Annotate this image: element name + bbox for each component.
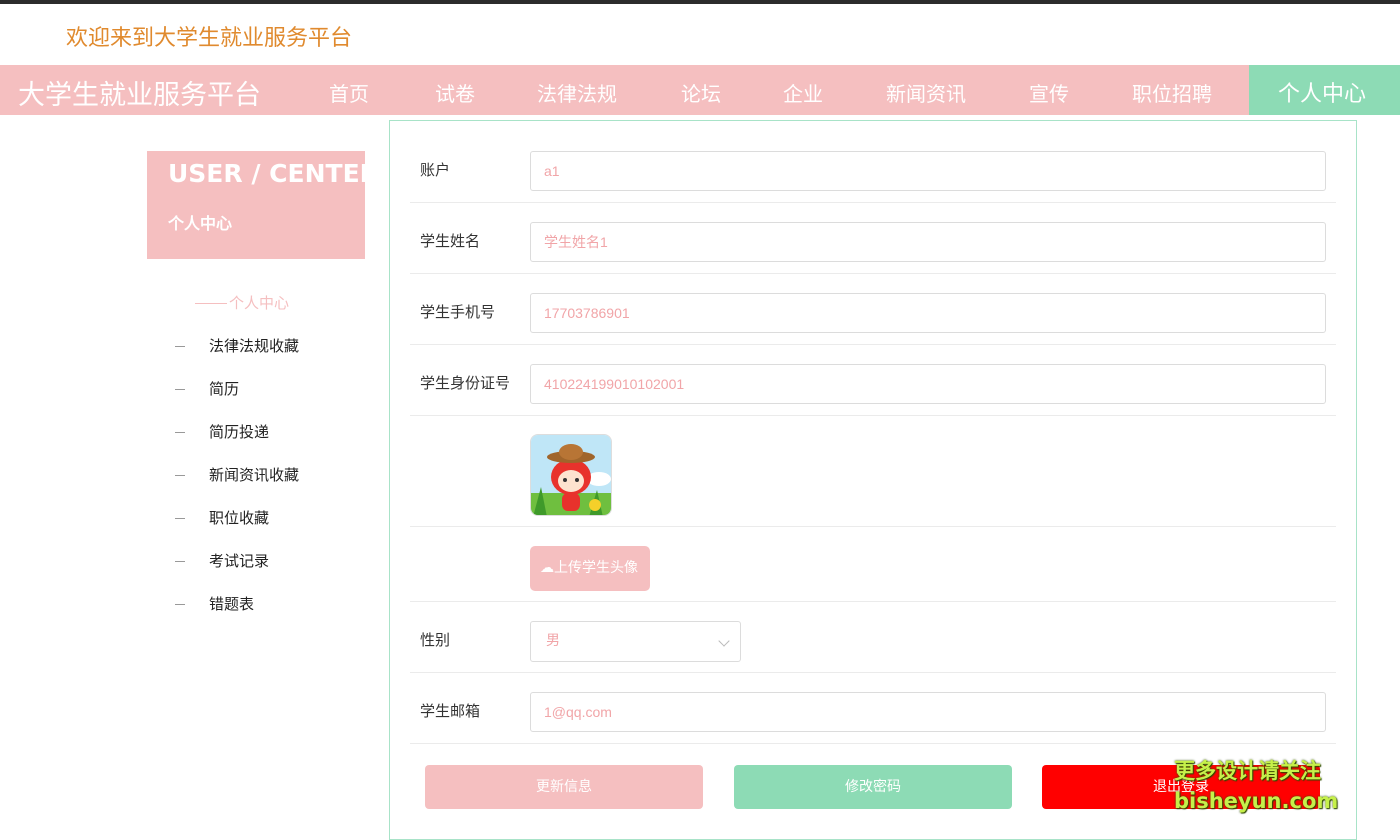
form-row-upload: ☁上传学生头像 (410, 526, 1336, 602)
phone-field[interactable]: 17703786901 (530, 293, 1326, 333)
nav-item-law[interactable]: 法律法规 (537, 78, 617, 107)
nav-item-exam[interactable]: 试卷 (435, 78, 475, 107)
gender-select[interactable]: 男 (530, 621, 741, 662)
form-row-account: 账户 a1 (410, 131, 1336, 203)
phone-label: 学生手机号 (420, 303, 496, 321)
nav-item-user-center[interactable]: 个人中心 (1249, 65, 1400, 115)
cloud-upload-icon: ☁ (540, 560, 554, 576)
chevron-down-icon (718, 635, 730, 647)
watermark: 更多设计请关注 bisheyun.com (1174, 756, 1338, 816)
user-center-subtitle: 个人中心 (168, 214, 233, 233)
sidebar-item-wrong-questions[interactable]: 错题表 (175, 593, 254, 614)
account-field[interactable]: a1 (530, 151, 1326, 191)
nav-item-company[interactable]: 企业 (783, 78, 823, 107)
email-field[interactable]: 1@qq.com (530, 692, 1326, 732)
user-center-header: USER / CENTER 个人中心 (147, 151, 379, 259)
form-row-phone: 学生手机号 17703786901 (410, 273, 1336, 345)
sidebar-item-label: 职位收藏 (209, 509, 270, 527)
account-label: 账户 (420, 161, 451, 179)
sidebar-item-user-center[interactable]: 个人中心 (195, 292, 289, 313)
gender-value: 男 (546, 633, 560, 649)
email-label: 学生邮箱 (420, 702, 481, 720)
active-line (195, 303, 227, 304)
welcome-text: 欢迎来到大学生就业服务平台 (66, 26, 353, 51)
dash-icon (175, 604, 185, 605)
sidebar-item-label: 考试记录 (209, 552, 270, 570)
form-row-email: 学生邮箱 1@qq.com (410, 672, 1336, 744)
nav-item-news[interactable]: 新闻资讯 (886, 78, 966, 107)
dash-icon (175, 475, 185, 476)
dash-icon (175, 518, 185, 519)
sidebar-item-job-favorites[interactable]: 职位收藏 (175, 507, 269, 528)
update-info-button[interactable]: 更新信息 (425, 765, 703, 809)
dash-icon (175, 432, 185, 433)
brand-title[interactable]: 大学生就业服务平台 (18, 73, 261, 112)
nav-item-promo[interactable]: 宣传 (1029, 78, 1069, 107)
watermark-line1: 更多设计请关注 (1174, 759, 1321, 783)
sidebar-item-resume[interactable]: 简历 (175, 378, 239, 399)
watermark-line2: bisheyun.com (1174, 789, 1339, 813)
nav-item-forum[interactable]: 论坛 (681, 78, 721, 107)
sidebar-item-exam-records[interactable]: 考试记录 (175, 550, 269, 571)
sidebar-item-news-favorites[interactable]: 新闻资讯收藏 (175, 464, 299, 485)
sidebar-item-resume-delivery[interactable]: 简历投递 (175, 421, 269, 442)
sidebar-item-label: 简历 (209, 380, 240, 398)
nav-item-user-center-label: 个人中心 (1278, 82, 1367, 107)
id-card-field[interactable]: 410224199010102001 (530, 364, 1326, 404)
upload-avatar-label: 上传学生头像 (554, 560, 638, 576)
form-row-avatar (410, 415, 1336, 527)
sidebar-item-label: 个人中心 (229, 294, 290, 312)
gender-label: 性别 (420, 631, 451, 649)
dash-icon (175, 346, 185, 347)
nav-item-jobs[interactable]: 职位招聘 (1132, 78, 1212, 107)
sidebar-item-label: 错题表 (209, 595, 255, 613)
id-card-label: 学生身份证号 (420, 374, 511, 392)
form-row-gender: 性别 男 (410, 601, 1336, 673)
sidebar-item-label: 新闻资讯收藏 (209, 466, 300, 484)
sidebar-item-label: 简历投递 (209, 423, 270, 441)
user-center-title: USER / CENTER (168, 159, 379, 188)
top-border (0, 0, 1400, 4)
name-field[interactable]: 学生姓名1 (530, 222, 1326, 262)
sidebar-item-law-favorites[interactable]: 法律法规收藏 (175, 335, 299, 356)
dash-icon (175, 561, 185, 562)
upload-avatar-button[interactable]: ☁上传学生头像 (530, 546, 650, 591)
profile-form: 账户 a1 学生姓名 学生姓名1 学生手机号 17703786901 学生身份证… (389, 120, 1357, 840)
form-row-id-card: 学生身份证号 410224199010102001 (410, 344, 1336, 416)
avatar-image (531, 435, 611, 515)
change-password-button[interactable]: 修改密码 (734, 765, 1012, 809)
nav-item-home[interactable]: 首页 (329, 78, 369, 107)
main-nav: 大学生就业服务平台 首页 试卷 法律法规 论坛 企业 新闻资讯 宣传 职位招聘 … (0, 65, 1400, 115)
sidebar-item-label: 法律法规收藏 (209, 337, 300, 355)
form-row-name: 学生姓名 学生姓名1 (410, 202, 1336, 274)
dash-icon (175, 389, 185, 390)
name-label: 学生姓名 (420, 232, 481, 250)
avatar[interactable] (530, 434, 612, 516)
